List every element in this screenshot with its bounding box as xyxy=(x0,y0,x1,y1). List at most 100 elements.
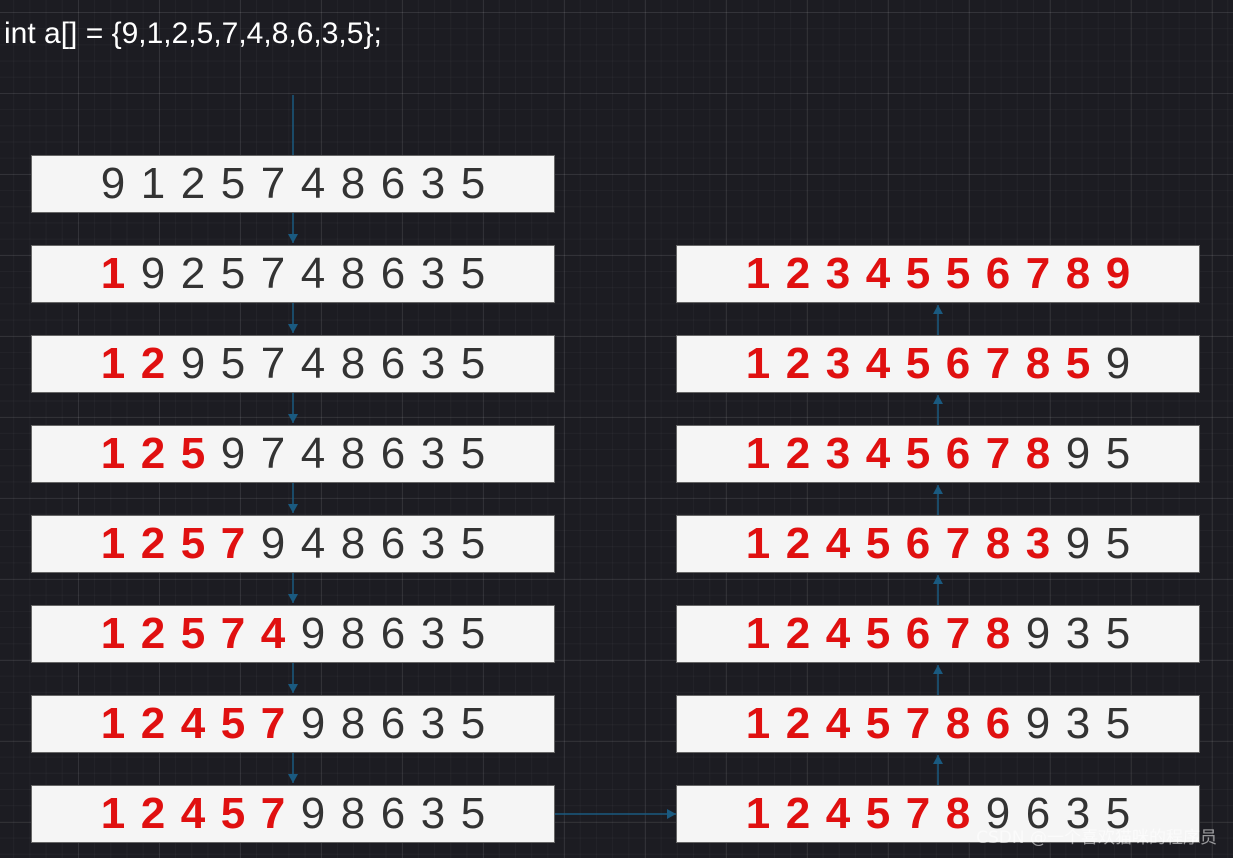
unsorted-digit: 6 xyxy=(380,609,406,658)
right-step-box: 1245678395 xyxy=(676,515,1200,573)
left-step-box: 1925748635 xyxy=(31,245,555,303)
unsorted-digit: 6 xyxy=(380,789,406,838)
sorted-digit: 8 xyxy=(985,519,1011,568)
sorted-digit: 9 xyxy=(1105,249,1131,298)
sorted-digit: 2 xyxy=(140,699,166,748)
unsorted-digit: 9 xyxy=(140,249,166,298)
sorted-digit: 4 xyxy=(825,699,851,748)
digit-row: 1257498635 xyxy=(93,605,493,663)
arrow-right-icon xyxy=(667,809,676,819)
sorted-digit: 2 xyxy=(785,519,811,568)
sorted-digit: 4 xyxy=(865,249,891,298)
sorted-digit: 1 xyxy=(745,429,771,478)
sorted-digit: 5 xyxy=(180,609,206,658)
sorted-digit: 3 xyxy=(825,429,851,478)
sorted-digit: 2 xyxy=(140,519,166,568)
sorted-digit: 8 xyxy=(985,609,1011,658)
sorted-digit: 6 xyxy=(985,249,1011,298)
unsorted-digit: 5 xyxy=(1105,609,1131,658)
sorted-digit: 5 xyxy=(905,249,931,298)
digit-row: 1295748635 xyxy=(93,335,493,393)
sorted-digit: 1 xyxy=(100,519,126,568)
sorted-digit: 8 xyxy=(1025,429,1051,478)
unsorted-digit: 7 xyxy=(260,339,286,388)
arrow-down-icon xyxy=(288,234,298,243)
sorted-digit: 8 xyxy=(945,699,971,748)
digit-row: 1245798635 xyxy=(93,695,493,753)
arrow-down-icon xyxy=(288,594,298,603)
digit-row: 1245678395 xyxy=(738,515,1138,573)
sorted-digit: 8 xyxy=(1065,249,1091,298)
sorted-digit: 4 xyxy=(180,699,206,748)
unsorted-digit: 4 xyxy=(300,339,326,388)
unsorted-digit: 6 xyxy=(380,249,406,298)
sorted-digit: 7 xyxy=(1025,249,1051,298)
sorted-digit: 5 xyxy=(905,339,931,388)
unsorted-digit: 3 xyxy=(420,249,446,298)
sorted-digit: 3 xyxy=(825,339,851,388)
left-step-box: 1245798635 xyxy=(31,695,555,753)
left-step-box: 1259748635 xyxy=(31,425,555,483)
unsorted-digit: 3 xyxy=(420,159,446,208)
arrow-down-icon xyxy=(288,684,298,693)
left-step-box: 1257498635 xyxy=(31,605,555,663)
arrow-up-icon xyxy=(933,485,943,494)
unsorted-digit: 6 xyxy=(380,429,406,478)
sorted-digit: 4 xyxy=(180,789,206,838)
digit-row: 9125748635 xyxy=(93,155,493,213)
sorted-digit: 6 xyxy=(905,609,931,658)
sorted-digit: 7 xyxy=(985,339,1011,388)
unsorted-digit: 3 xyxy=(420,429,446,478)
unsorted-digit: 5 xyxy=(460,249,486,298)
digit-row: 1259748635 xyxy=(93,425,493,483)
unsorted-digit: 8 xyxy=(340,609,366,658)
right-step-box: 1234567859 xyxy=(676,335,1200,393)
sorted-digit: 4 xyxy=(865,429,891,478)
sorted-digit: 1 xyxy=(745,699,771,748)
left-step-box: 9125748635 xyxy=(31,155,555,213)
sorted-digit: 5 xyxy=(220,699,246,748)
sorted-digit: 2 xyxy=(785,249,811,298)
watermark: CSDN @一个喜欢猫咪的程序员 xyxy=(976,828,1217,848)
unsorted-digit: 5 xyxy=(460,339,486,388)
sorted-digit: 4 xyxy=(260,609,286,658)
unsorted-digit: 9 xyxy=(1065,429,1091,478)
left-step-box: 1295748635 xyxy=(31,335,555,393)
sorted-digit: 6 xyxy=(985,699,1011,748)
unsorted-digit: 8 xyxy=(340,789,366,838)
unsorted-digit: 3 xyxy=(420,699,446,748)
sorted-digit: 4 xyxy=(865,339,891,388)
unsorted-digit: 5 xyxy=(460,159,486,208)
sorted-digit: 2 xyxy=(140,429,166,478)
right-step-box: 1234567895 xyxy=(676,425,1200,483)
sorted-digit: 1 xyxy=(100,789,126,838)
digit-row: 1234567859 xyxy=(738,335,1138,393)
sorted-digit: 5 xyxy=(945,249,971,298)
arrow-up-icon xyxy=(933,755,943,764)
right-step-box: 1245678935 xyxy=(676,605,1200,663)
sorted-digit: 4 xyxy=(825,519,851,568)
sorted-digit: 2 xyxy=(785,699,811,748)
sorted-digit: 7 xyxy=(905,699,931,748)
unsorted-digit: 9 xyxy=(1105,339,1131,388)
unsorted-digit: 8 xyxy=(340,519,366,568)
sorted-digit: 7 xyxy=(220,519,246,568)
sorted-digit: 3 xyxy=(825,249,851,298)
unsorted-digit: 3 xyxy=(420,339,446,388)
unsorted-digit: 5 xyxy=(460,609,486,658)
unsorted-digit: 5 xyxy=(1105,429,1131,478)
sorted-digit: 1 xyxy=(100,609,126,658)
unsorted-digit: 9 xyxy=(180,339,206,388)
sorted-digit: 6 xyxy=(945,429,971,478)
sorted-digit: 1 xyxy=(100,429,126,478)
unsorted-digit: 3 xyxy=(1065,609,1091,658)
arrow-up-icon xyxy=(933,575,943,584)
unsorted-digit: 2 xyxy=(180,249,206,298)
unsorted-digit: 4 xyxy=(300,429,326,478)
sorted-digit: 5 xyxy=(865,609,891,658)
unsorted-digit: 3 xyxy=(420,519,446,568)
arrow-down-icon xyxy=(288,414,298,423)
unsorted-digit: 9 xyxy=(1025,609,1051,658)
sorted-digit: 5 xyxy=(865,699,891,748)
unsorted-digit: 8 xyxy=(340,159,366,208)
